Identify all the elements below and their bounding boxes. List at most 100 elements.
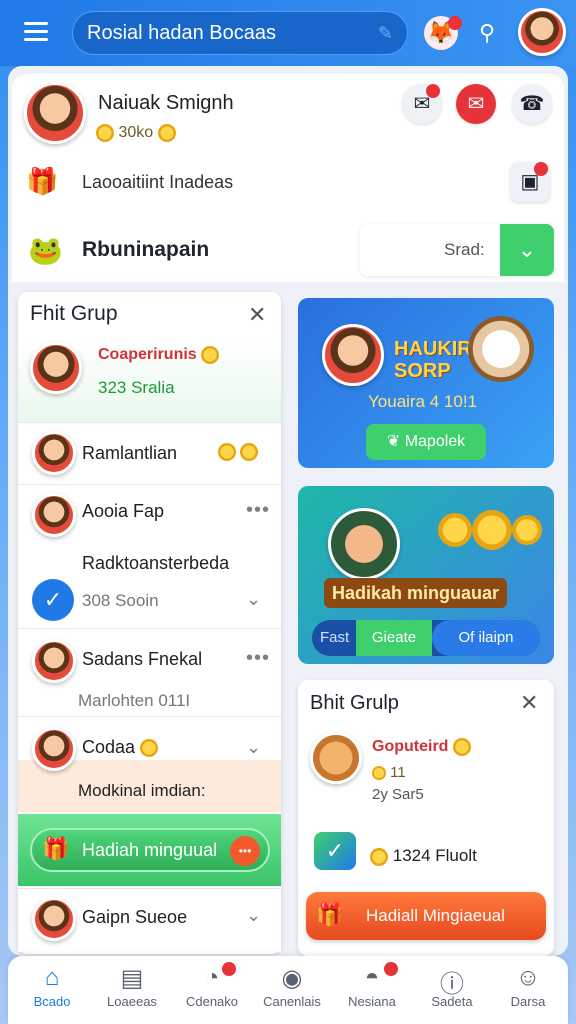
avatar	[32, 897, 76, 941]
promo-title: HAUKIR SORP	[394, 338, 472, 382]
item-name: Aooia Fap	[82, 501, 165, 521]
avatar	[322, 324, 384, 386]
close-icon[interactable]: ✕	[248, 302, 266, 328]
nav-location[interactable]: ◉ Canenlais	[252, 956, 332, 1024]
list-item[interactable]: Ramlantlian	[18, 422, 281, 482]
segment-create[interactable]: Gieate	[356, 620, 432, 656]
more-icon[interactable]: •••	[246, 647, 270, 670]
check-icon: ✓	[314, 832, 356, 870]
featured-row[interactable]: Coaperirunis 323 Sralia	[18, 336, 281, 422]
menu-icon[interactable]	[24, 22, 48, 42]
avatar	[32, 639, 76, 683]
sort-dropdown[interactable]: Srad: ⌄	[360, 224, 554, 276]
coin-icon	[96, 124, 114, 142]
segmented-control: Fast Gieate Of ilaipn	[312, 620, 540, 656]
badge-dot	[534, 162, 548, 176]
more-icon[interactable]: •••	[246, 499, 270, 522]
chevron-down-icon[interactable]: ⌄	[246, 905, 261, 926]
frog-icon: 🐸	[28, 235, 63, 266]
item-name: Gaipn Sueoe	[82, 907, 188, 927]
group-title: Bhit Grulp	[310, 692, 399, 714]
treasure-icon	[468, 316, 534, 382]
item-sub: Marlohten 011I	[78, 691, 191, 710]
nav-documents[interactable]: ▤ Loaeeas	[92, 956, 172, 1024]
weekly-promo-banner[interactable]: Hadikah minguauar Fast Gieate Of ilaipn	[298, 486, 554, 664]
chevron-down-icon[interactable]: ⌄	[246, 589, 261, 610]
profile-icon: ☺	[515, 964, 541, 991]
notification-icon: ◓	[364, 964, 380, 991]
nav-notifications[interactable]: ◓ Nesiana	[332, 956, 412, 1024]
promo-button[interactable]: ❦ Mapolek	[366, 424, 486, 460]
nav-chat[interactable]: ◔ Cdenako	[172, 956, 252, 1024]
coin-icon	[157, 124, 176, 142]
coin-stack-icon	[438, 506, 542, 551]
promo-subtitle: Youaira 4 10!1	[368, 392, 478, 411]
avatar	[32, 727, 76, 771]
member-name: Goputeird	[372, 738, 471, 756]
item-name: Sadans Fnekal	[82, 649, 203, 669]
cta-label: Hadiah minguual	[82, 840, 218, 860]
search-text: Rosial hadan Bocaas	[87, 22, 277, 44]
top-bar: Rosial hadan Bocaas ✎ 🦊 ⚲	[0, 0, 576, 66]
featured-sub: 323 Sralia	[98, 378, 175, 397]
coin-icon	[201, 346, 220, 364]
chevron-down-icon[interactable]: ⌄	[500, 224, 554, 276]
document-icon: ▤	[120, 965, 144, 992]
badge-dot	[384, 962, 398, 976]
items-label: Laooaitiint Inadeas	[82, 172, 234, 192]
item-sub: Radktoansterbeda	[82, 553, 230, 573]
promo-banner[interactable]: HAUKIR SORP Youaira 4 10!1 ❦ Mapolek	[298, 298, 554, 468]
avatar[interactable]	[518, 8, 566, 56]
close-icon[interactable]: ✕	[520, 690, 538, 716]
item-sub: Modkinal imdian:	[78, 781, 206, 800]
group-card-right: Bhit Grulp ✕ Goputeird 11 2y Sar5 ✓ 1324…	[298, 680, 554, 956]
gift-icon: 🎁	[316, 902, 344, 927]
coin-icon	[452, 738, 471, 756]
points-value: 1324 Fluolt	[370, 846, 477, 866]
item-name: Codaa	[82, 737, 159, 758]
segment-other[interactable]: Of ilaipn	[432, 620, 540, 656]
section-title: Rbuninapain	[82, 238, 210, 261]
list-item[interactable]: Sadans Fnekal ••• Marlohten 011I	[18, 628, 281, 716]
search-input[interactable]: Rosial hadan Bocaas ✎	[72, 11, 408, 55]
chevron-down-icon[interactable]: ⌄	[246, 737, 261, 758]
search-icon[interactable]: ⚲	[470, 16, 504, 50]
weekly-gift-button[interactable]: 🎁 Hadiah minguual •••	[30, 828, 270, 872]
promo-banner-label: Hadikah minguauar	[324, 578, 508, 608]
home-icon: ⌂	[44, 964, 60, 991]
list-item[interactable]: Gaipn Sueoe ⌄	[18, 888, 281, 952]
coin-icon	[370, 847, 388, 866]
check-icon: ✓	[32, 579, 74, 621]
notification-dot	[448, 16, 462, 30]
coin-icon	[372, 766, 386, 781]
nav-info[interactable]: ⓘ Sadeta	[412, 956, 492, 1024]
badge-dot	[222, 962, 236, 976]
item-meta: 308 Sooin	[82, 591, 159, 610]
profile-card: ✉ ✉ ☎ 🎁 ▣	[12, 74, 564, 224]
list-item[interactable]: Codaa ⌄ Modkinal imdian:	[18, 716, 281, 812]
profile-avatar[interactable]	[24, 82, 86, 144]
edit-icon[interactable]: ✎	[378, 12, 393, 54]
info-icon: ⓘ	[440, 971, 464, 998]
avatar	[32, 431, 76, 475]
badge-dot	[426, 84, 440, 98]
list-item[interactable]: Aooia Fap ••• Radktoansterbeda ✓ 308 Soo…	[18, 484, 281, 626]
avatar	[32, 493, 76, 537]
bottom-nav: ⌂ Bcado ▤ Loaeeas ◔ Cdenako ◉ Canenlais ◓ Nes…	[8, 956, 568, 1024]
nav-home[interactable]: ⌂ Bcado	[12, 956, 92, 1024]
segment-fast[interactable]: Fast	[320, 629, 349, 646]
coin-icon	[218, 443, 259, 461]
sort-label: Srad:	[444, 240, 485, 259]
mascot-avatar	[328, 508, 400, 580]
gift-icon: 🎁	[26, 166, 59, 196]
message-icon[interactable]: ✉	[456, 84, 496, 124]
gift-icon: 🎁	[42, 836, 70, 861]
cta-label: Hadiall Mingiaeual	[366, 906, 505, 925]
member-meta: 2y Sar5	[372, 786, 424, 803]
weekly-gift-button[interactable]: 🎁 Hadiall Mingiaeual	[306, 892, 546, 940]
nav-profile[interactable]: ☺ Darsa	[488, 956, 568, 1024]
bird-icon: ❦	[386, 433, 405, 450]
phone-icon[interactable]: ☎	[512, 84, 552, 124]
member-level: 11	[372, 764, 406, 781]
more-icon[interactable]: •••	[230, 836, 260, 866]
